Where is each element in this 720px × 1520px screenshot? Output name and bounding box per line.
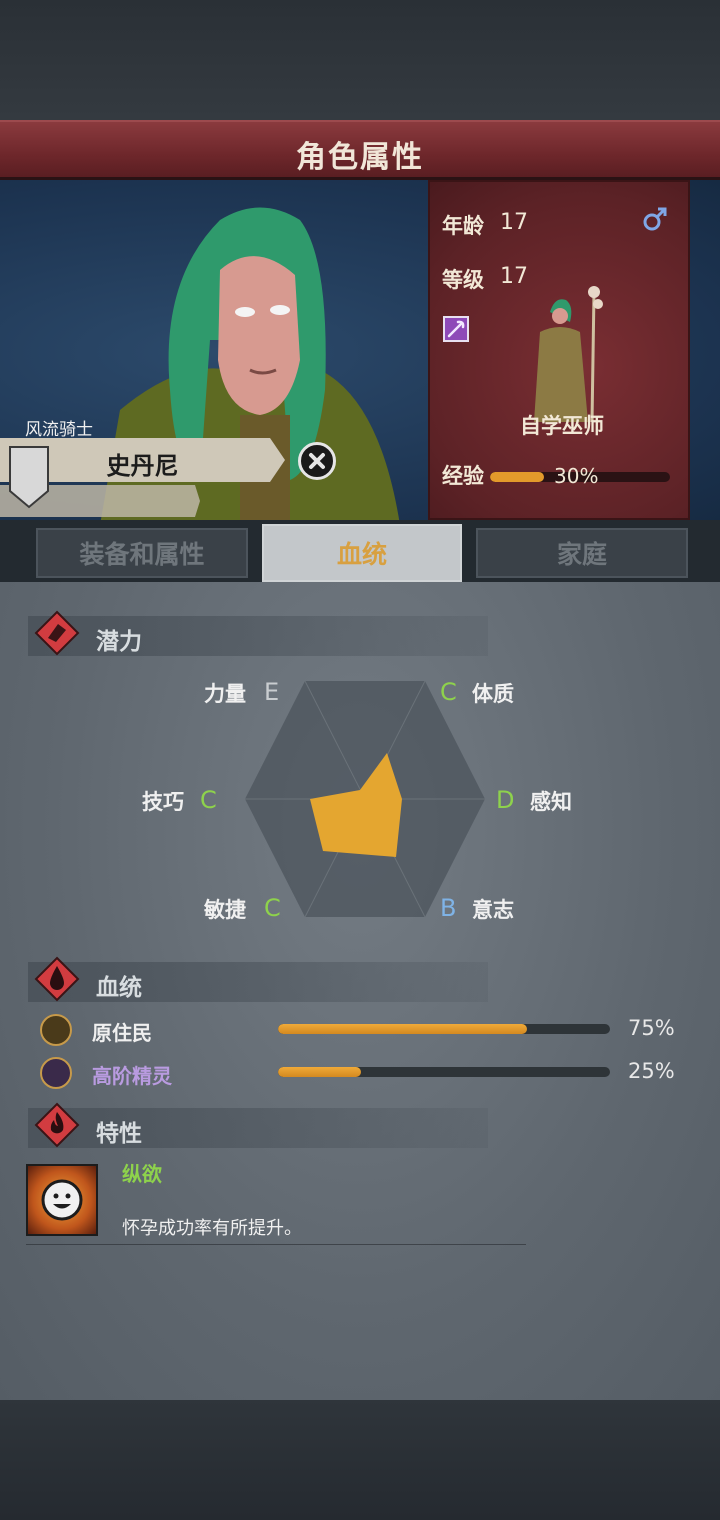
bloodline-row: 原住民 75% — [38, 1012, 688, 1048]
character-nickname: 风流骑士 — [25, 420, 93, 440]
blood-drop-icon — [34, 956, 80, 1002]
age-value: 17 — [500, 210, 528, 235]
character-header: 风流骑士 史丹尼 年龄 17 等级 17 自学巫师 经验 30% — [0, 180, 720, 525]
stat-strength-grade: E — [264, 678, 280, 706]
class-name: 自学巫师 — [520, 414, 604, 438]
stat-skill-label: 技巧 — [142, 790, 184, 814]
bloodline-percent: 75% — [628, 1016, 675, 1040]
exp-percent: 30% — [554, 464, 599, 488]
trait-name: 纵欲 — [122, 1162, 162, 1186]
stat-perception-label: 感知 — [530, 790, 572, 814]
smiley-icon — [41, 1179, 83, 1221]
stats-card: 年龄 17 等级 17 自学巫师 经验 30% — [428, 180, 690, 520]
exp-label: 经验 — [442, 464, 484, 488]
potential-header: 潜力 — [28, 610, 488, 656]
tab-family[interactable]: 家庭 — [476, 528, 688, 578]
tab-equipment[interactable]: 装备和属性 — [36, 528, 248, 578]
exp-bar-fill — [490, 472, 544, 482]
traits-title: 特性 — [96, 1121, 142, 1147]
stat-strength-label: 力量 — [204, 682, 246, 706]
bloodline-bar — [278, 1067, 610, 1077]
stat-perception-grade: D — [496, 786, 515, 814]
traits-header: 特性 — [28, 1102, 488, 1148]
bottom-dark-area — [0, 1400, 720, 1520]
stat-agility-label: 敏捷 — [204, 898, 246, 922]
bloodline-row: 高阶精灵 25% — [38, 1055, 688, 1091]
potential-icon — [34, 610, 80, 656]
remove-button[interactable] — [298, 442, 336, 480]
trait-description: 怀孕成功率有所提升。 — [122, 1218, 302, 1239]
stat-constitution-grade: C — [440, 678, 457, 706]
bloodline-bar — [278, 1024, 610, 1034]
trait-icon[interactable] — [26, 1164, 98, 1236]
page-title: 角色属性 — [296, 140, 424, 175]
bloodline-bar-fill — [278, 1067, 361, 1077]
divider — [26, 1244, 526, 1245]
male-icon — [643, 207, 667, 231]
level-label: 等级 — [442, 268, 484, 292]
bloodline-name: 高阶精灵 — [92, 1064, 172, 1088]
leaf-icon — [40, 1014, 72, 1046]
age-label: 年龄 — [442, 214, 484, 238]
stat-skill-grade: C — [200, 786, 217, 814]
close-icon — [309, 453, 325, 469]
tab-bloodline[interactable]: 血统 — [262, 524, 462, 582]
bloodline-header: 血统 — [28, 956, 488, 1002]
potential-title: 潜力 — [96, 629, 142, 655]
bloodline-name: 原住民 — [92, 1021, 152, 1045]
title-bar: 角色属性 — [0, 120, 720, 287]
fire-icon — [34, 1102, 80, 1148]
stat-agility-grade: C — [264, 894, 281, 922]
stat-will-grade: B — [440, 894, 457, 922]
bloodline-bar-fill — [278, 1024, 527, 1034]
skill-badge[interactable] — [443, 316, 469, 342]
bloodline-percent: 25% — [628, 1059, 675, 1083]
staff-icon — [447, 320, 465, 338]
stat-constitution-label: 体质 — [472, 682, 514, 706]
bloodline-title: 血统 — [96, 975, 142, 1001]
character-name: 史丹尼 — [106, 452, 179, 480]
stat-will-label: 意志 — [472, 898, 514, 922]
elf-emblem-icon — [40, 1057, 72, 1089]
top-dark-area — [0, 0, 720, 120]
tab-bar: 装备和属性 血统 家庭 — [0, 520, 720, 582]
